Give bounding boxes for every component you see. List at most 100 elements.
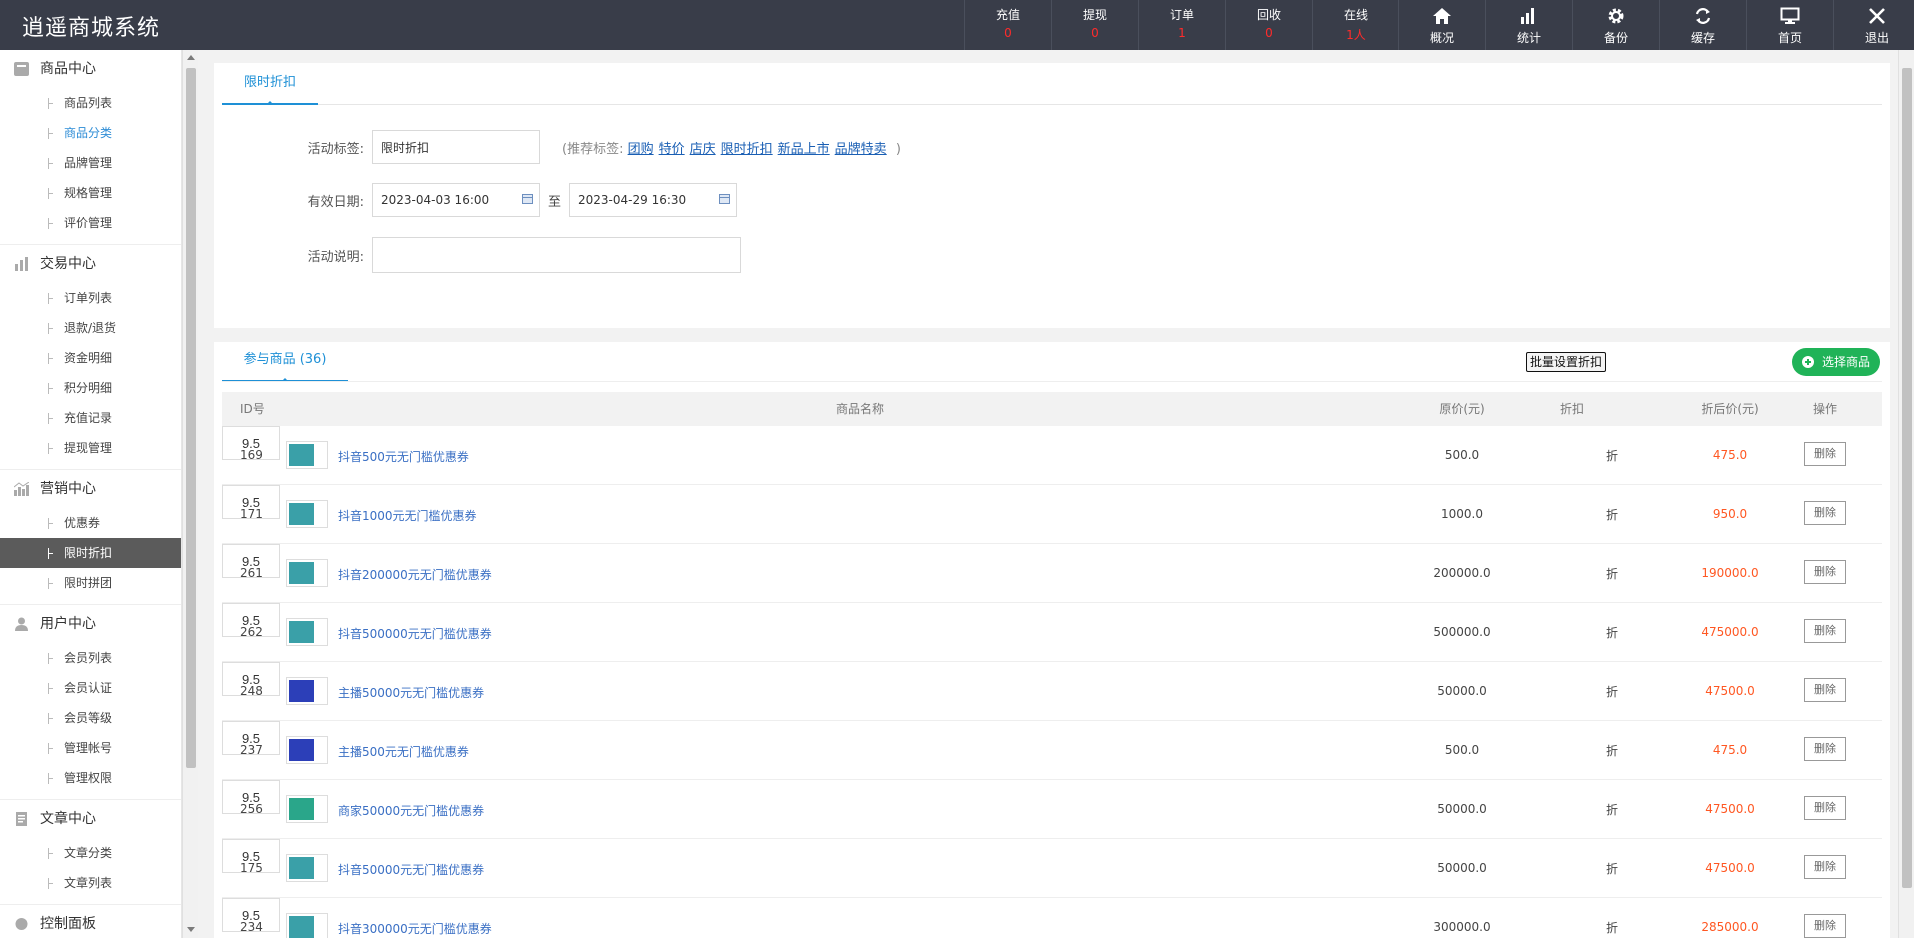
sidebar-item-brand[interactable]: 品牌管理 <box>0 148 181 178</box>
select-goods-button[interactable]: 选择商品 <box>1792 348 1880 376</box>
sidebar-item-orders[interactable]: 订单列表 <box>0 283 181 313</box>
end-date-input[interactable] <box>569 183 738 217</box>
goods-thumbnail[interactable] <box>286 559 328 587</box>
goods-name-link[interactable]: 抖音500元无门槛优惠券 <box>338 448 469 465</box>
scrollbar-thumb[interactable] <box>1902 68 1912 888</box>
start-date-field[interactable] <box>372 183 540 217</box>
sidebar-item-refund[interactable]: 退款/退货 <box>0 313 181 343</box>
tab-participating-goods[interactable]: 参与商品 (36) <box>222 342 348 382</box>
goods-name-link[interactable]: 抖音200000元无门槛优惠券 <box>338 566 492 583</box>
goods-name-link[interactable]: 抖音1000元无门槛优惠券 <box>338 507 477 524</box>
goods-thumbnail[interactable] <box>286 677 328 705</box>
start-date-input[interactable] <box>372 183 540 217</box>
sidebar-group-title[interactable]: 交易中心 <box>0 245 181 283</box>
tag-input[interactable] <box>372 130 540 164</box>
tag-label: 活动标签: <box>307 141 364 157</box>
goods-name-link[interactable]: 抖音300000元无门槛优惠券 <box>338 920 492 937</box>
delete-button[interactable]: 删除 <box>1804 442 1846 466</box>
end-date-field[interactable] <box>569 183 738 217</box>
goods-thumbnail[interactable] <box>286 795 328 823</box>
page-scrollbar[interactable] <box>1898 50 1914 938</box>
sidebar-item-points[interactable]: 积分明细 <box>0 373 181 403</box>
recommend-tag-link[interactable]: 特价 <box>659 142 685 157</box>
recommend-tag-link[interactable]: 店庆 <box>690 142 716 157</box>
goods-name-link[interactable]: 主播500元无门槛优惠券 <box>338 743 469 760</box>
delete-button[interactable]: 删除 <box>1804 501 1846 525</box>
recommend-tag-link[interactable]: 限时折扣 <box>721 142 773 157</box>
delete-button[interactable]: 删除 <box>1804 678 1846 702</box>
desc-input[interactable] <box>372 237 741 273</box>
goods-thumbnail[interactable] <box>286 854 328 882</box>
delete-button[interactable]: 删除 <box>1804 855 1846 879</box>
cell-price: 200000.0 <box>1433 566 1491 580</box>
sidebar-group-title[interactable]: 用户中心 <box>0 605 181 643</box>
delete-button[interactable]: 删除 <box>1804 560 1846 584</box>
goods-thumbnail[interactable] <box>286 618 328 646</box>
backup-button[interactable]: 备份 <box>1572 0 1659 50</box>
goods-name-link[interactable]: 主播50000元无门槛优惠券 <box>338 684 484 701</box>
sidebar-item-article-list[interactable]: 文章列表 <box>0 868 181 898</box>
sidebar-item-verify[interactable]: 会员认证 <box>0 673 181 703</box>
delete-button[interactable]: 删除 <box>1804 914 1846 938</box>
stat-recharge[interactable]: 充值 0 <box>964 0 1051 50</box>
overview-button[interactable]: 概况 <box>1398 0 1485 50</box>
stat-online[interactable]: 在线 1人 <box>1312 0 1399 50</box>
sidebar-group-label: 营销中心 <box>40 481 96 497</box>
table-row: 237 主播500元无门槛优惠券 500.0 折 475.0 删除 <box>222 721 1882 780</box>
goods-thumbnail[interactable] <box>286 500 328 528</box>
recommend-tag-link[interactable]: 新品上市 <box>778 142 830 157</box>
thumbnail-image <box>289 857 325 879</box>
sidebar-group-title[interactable]: 商品中心 <box>0 50 181 88</box>
sidebar-item-withdraw[interactable]: 提现管理 <box>0 433 181 463</box>
scroll-up-icon[interactable] <box>187 55 195 60</box>
recommend-tag-link[interactable]: 品牌特卖 <box>835 142 887 157</box>
tab-flash-discount[interactable]: 限时折扣 <box>222 63 318 105</box>
goods-name-link[interactable]: 抖音500000元无门槛优惠券 <box>338 625 492 642</box>
delete-button[interactable]: 删除 <box>1804 737 1846 761</box>
scroll-down-icon[interactable] <box>187 927 195 932</box>
col-discount: 折扣 <box>1559 402 1584 416</box>
batch-discount-button[interactable]: 批量设置折扣 <box>1526 352 1607 372</box>
stat-withdraw[interactable]: 提现 0 <box>1051 0 1138 50</box>
sidebar-group-title[interactable]: 文章中心 <box>0 800 181 838</box>
logout-button[interactable]: 退出 <box>1833 0 1914 50</box>
cell-id: 262 <box>240 625 263 639</box>
sidebar-item-admins[interactable]: 管理帐号 <box>0 733 181 763</box>
table-row: 256 商家50000元无门槛优惠券 50000.0 折 47500.0 删除 <box>222 780 1882 839</box>
sidebar-scrollbar[interactable] <box>182 50 198 938</box>
sidebar-item-flash-discount[interactable]: 限时折扣 <box>0 538 181 568</box>
sidebar-item-levels[interactable]: 会员等级 <box>0 703 181 733</box>
sidebar-item-coupon[interactable]: 优惠券 <box>0 508 181 538</box>
discount-unit: 折 <box>1606 803 1619 817</box>
calendar-icon[interactable] <box>522 194 533 204</box>
statistics-button[interactable]: 统计 <box>1485 0 1572 50</box>
cell-id: 248 <box>240 684 263 698</box>
sidebar-group-title[interactable]: 控制面板 <box>0 905 181 938</box>
sidebar-item-group-buy[interactable]: 限时拼团 <box>0 568 181 598</box>
sidebar-item-members[interactable]: 会员列表 <box>0 643 181 673</box>
stat-recycle[interactable]: 回收 0 <box>1225 0 1312 50</box>
calendar-icon[interactable] <box>719 194 731 204</box>
sidebar-group-title[interactable]: 营销中心 <box>0 470 181 508</box>
scrollbar-thumb[interactable] <box>186 68 196 768</box>
stat-orders[interactable]: 订单 1 <box>1138 0 1225 50</box>
sidebar-item-funds[interactable]: 资金明细 <box>0 343 181 373</box>
homepage-button[interactable]: 首页 <box>1746 0 1833 50</box>
goods-thumbnail[interactable] <box>286 736 328 764</box>
goods-thumbnail[interactable] <box>286 913 328 938</box>
sidebar-item-goods-category[interactable]: 商品分类 <box>0 118 181 148</box>
goods-name-link[interactable]: 抖音50000元无门槛优惠券 <box>338 861 484 878</box>
delete-button[interactable]: 删除 <box>1804 619 1846 643</box>
goods-name-link[interactable]: 商家50000元无门槛优惠券 <box>338 802 484 819</box>
sidebar-item-review[interactable]: 评价管理 <box>0 208 181 238</box>
sidebar-item-permissions[interactable]: 管理权限 <box>0 763 181 793</box>
delete-button[interactable]: 删除 <box>1804 796 1846 820</box>
recommend-tag-link[interactable]: 团购 <box>628 142 654 157</box>
sidebar-item-spec[interactable]: 规格管理 <box>0 178 181 208</box>
goods-thumbnail[interactable] <box>286 441 328 469</box>
select-goods-label: 选择商品 <box>1821 355 1870 369</box>
sidebar-item-article-category[interactable]: 文章分类 <box>0 838 181 868</box>
cache-button[interactable]: 缓存 <box>1659 0 1746 50</box>
sidebar-item-recharge[interactable]: 充值记录 <box>0 403 181 433</box>
sidebar-item-goods-list[interactable]: 商品列表 <box>0 88 181 118</box>
